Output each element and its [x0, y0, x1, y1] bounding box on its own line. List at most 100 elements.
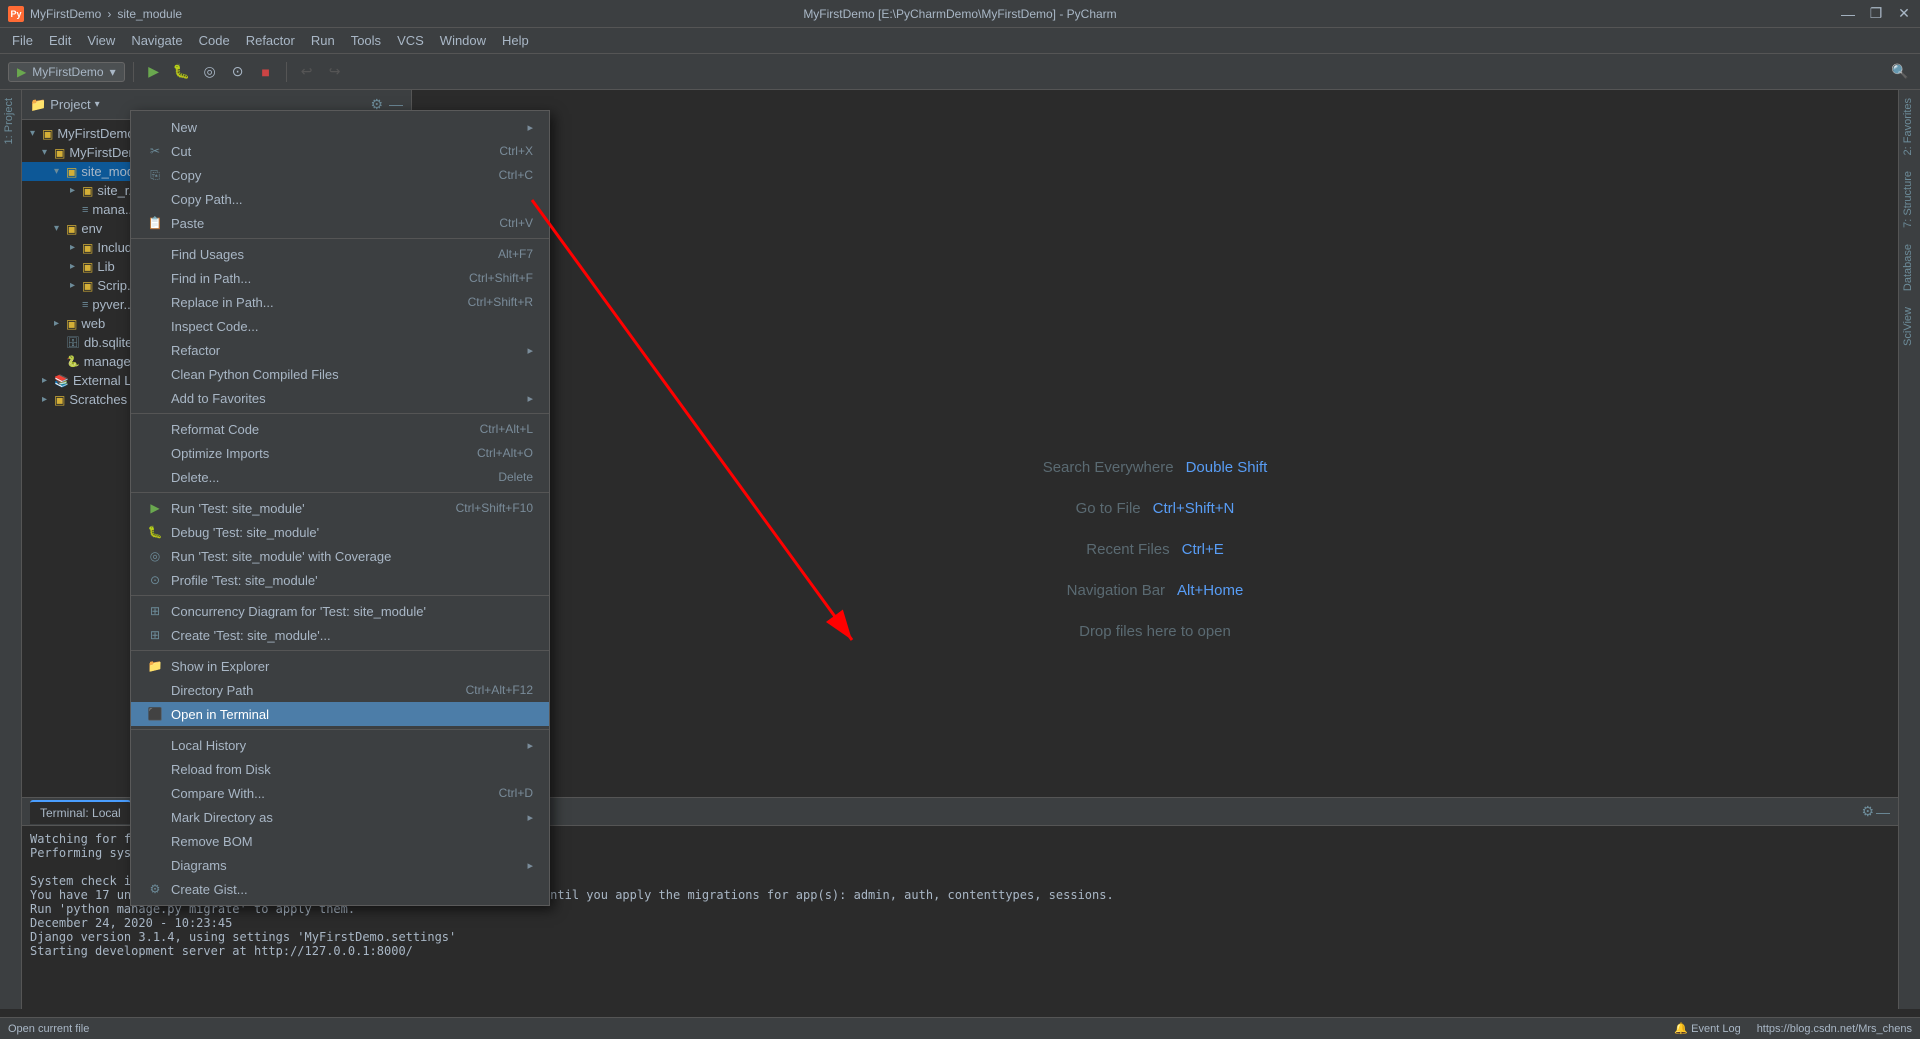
ctx-concurrency[interactable]: ⊞ Concurrency Diagram for 'Test: site_mo…: [131, 599, 549, 623]
minimize-button[interactable]: —: [1840, 6, 1856, 22]
ctx-refactor[interactable]: Refactor ▸: [131, 338, 549, 362]
ctx-copy[interactable]: ⎘ Copy Ctrl+C: [131, 163, 549, 187]
explorer-icon: 📁: [147, 659, 163, 673]
folder-icon: ▣: [42, 127, 53, 141]
ctx-terminal-label: Open in Terminal: [171, 707, 269, 722]
ctx-copy-path-label: Copy Path...: [171, 192, 243, 207]
menu-refactor[interactable]: Refactor: [238, 31, 303, 50]
recent-files-key: Ctrl+E: [1182, 541, 1224, 558]
ctx-directory-label: Directory Path: [171, 683, 253, 698]
tree-label-env: env: [81, 221, 102, 236]
ctx-paste[interactable]: 📋 Paste Ctrl+V: [131, 211, 549, 235]
ctx-create-test[interactable]: ⊞ Create 'Test: site_module'...: [131, 623, 549, 647]
menu-edit[interactable]: Edit: [41, 31, 79, 50]
ctx-history-label: Local History: [171, 738, 246, 753]
menu-bar: File Edit View Navigate Code Refactor Ru…: [0, 28, 1920, 54]
menu-run[interactable]: Run: [303, 31, 343, 50]
ctx-copy-path[interactable]: Copy Path...: [131, 187, 549, 211]
sidebar-tab-database[interactable]: Database: [1899, 236, 1920, 299]
ctx-mark-label: Mark Directory as: [171, 810, 273, 825]
ctx-diagrams[interactable]: Diagrams ▸: [131, 853, 549, 877]
ctx-open-terminal[interactable]: ⬛ Open in Terminal: [131, 702, 549, 726]
find-in-path-shortcut: Ctrl+Shift+F: [469, 271, 533, 285]
sidebar-tab-structure[interactable]: 7: Structure: [1899, 163, 1920, 236]
tree-label-root: MyFirstDemo: [57, 126, 134, 141]
folder-icon: ▣: [66, 317, 77, 331]
folder-icon: ▣: [82, 279, 93, 293]
ctx-profile-test[interactable]: ⊙ Profile 'Test: site_module': [131, 568, 549, 592]
ctx-add-favorites[interactable]: Add to Favorites ▸: [131, 386, 549, 410]
folder-icon: 📚: [54, 374, 69, 388]
ctx-remove-bom[interactable]: Remove BOM: [131, 829, 549, 853]
sidebar-tab-sciview[interactable]: SciView: [1899, 299, 1920, 354]
ctx-clean-compiled[interactable]: Clean Python Compiled Files: [131, 362, 549, 386]
ctx-reformat[interactable]: Reformat Code Ctrl+Alt+L: [131, 417, 549, 441]
menu-window[interactable]: Window: [432, 31, 494, 50]
ctx-mark-directory[interactable]: Mark Directory as ▸: [131, 805, 549, 829]
ctx-coverage-label: Run 'Test: site_module' with Coverage: [171, 549, 391, 564]
settings-bottom-icon[interactable]: ⚙: [1861, 803, 1874, 820]
search-everywhere-label: Search Everywhere: [1043, 459, 1174, 476]
tree-arrow-icon: ▾: [54, 166, 66, 177]
menu-code[interactable]: Code: [191, 31, 238, 50]
ctx-find-in-path-label: Find in Path...: [171, 271, 251, 286]
menu-tools[interactable]: Tools: [343, 31, 389, 50]
sidebar-item-project[interactable]: 1: Project: [0, 90, 21, 152]
gist-icon: ⚙: [147, 882, 163, 896]
ctx-inspect[interactable]: Inspect Code...: [131, 314, 549, 338]
undo-button[interactable]: ↩: [295, 60, 319, 84]
menu-file[interactable]: File: [4, 31, 41, 50]
ctx-clean-label: Clean Python Compiled Files: [171, 367, 339, 382]
right-sidebar: 2: Favorites 7: Structure Database SciVi…: [1898, 90, 1920, 1009]
ctx-cut[interactable]: ✂ Cut Ctrl+X: [131, 139, 549, 163]
breadcrumb-sep: ›: [107, 7, 111, 21]
minimize-bottom-icon[interactable]: —: [1876, 804, 1890, 820]
stop-button[interactable]: ■: [254, 60, 278, 84]
menu-help[interactable]: Help: [494, 31, 537, 50]
window-controls: — ❐ ✕: [1840, 6, 1912, 22]
profile-button[interactable]: ⊙: [226, 60, 250, 84]
find-usages-shortcut: Alt+F7: [498, 247, 533, 261]
search-everywhere-button[interactable]: 🔍: [1888, 60, 1912, 84]
folder-icon: ▣: [82, 184, 93, 198]
run-config-dropdown[interactable]: ▶ MyFirstDemo ▾: [8, 62, 125, 82]
tab-terminal[interactable]: Terminal: Local: [30, 800, 131, 824]
ctx-directory-path[interactable]: Directory Path Ctrl+Alt+F12: [131, 678, 549, 702]
ctx-optimize[interactable]: Optimize Imports Ctrl+Alt+O: [131, 441, 549, 465]
run-button[interactable]: ▶: [142, 60, 166, 84]
file-icon: ≡: [82, 299, 88, 311]
ctx-run-test[interactable]: ▶ Run 'Test: site_module' Ctrl+Shift+F10: [131, 496, 549, 520]
ctx-new[interactable]: New ▸: [131, 115, 549, 139]
menu-view[interactable]: View: [79, 31, 123, 50]
menu-vcs[interactable]: VCS: [389, 31, 432, 50]
event-log[interactable]: 🔔 Event Log: [1674, 1022, 1740, 1035]
ctx-replace-in-path[interactable]: Replace in Path... Ctrl+Shift+R: [131, 290, 549, 314]
ctx-compare[interactable]: Compare With... Ctrl+D: [131, 781, 549, 805]
close-button[interactable]: ✕: [1896, 6, 1912, 22]
debug-button[interactable]: 🐛: [170, 60, 194, 84]
ctx-find-usages[interactable]: Find Usages Alt+F7: [131, 242, 549, 266]
ctx-show-explorer[interactable]: 📁 Show in Explorer: [131, 654, 549, 678]
maximize-button[interactable]: ❐: [1868, 6, 1884, 22]
coverage-button[interactable]: ◎: [198, 60, 222, 84]
folder-icon: ▣: [66, 222, 77, 236]
tree-arrow-icon: ▾: [54, 223, 66, 234]
tree-label: pyver...: [92, 297, 134, 312]
menu-navigate[interactable]: Navigate: [123, 31, 190, 50]
ctx-run-coverage[interactable]: ◎ Run 'Test: site_module' with Coverage: [131, 544, 549, 568]
ctx-find-in-path[interactable]: Find in Path... Ctrl+Shift+F: [131, 266, 549, 290]
window-title: MyFirstDemo [E:\PyCharmDemo\MyFirstDemo]…: [803, 7, 1116, 21]
ctx-create-gist[interactable]: ⚙ Create Gist...: [131, 877, 549, 901]
sidebar-tab-favorites[interactable]: 2: Favorites: [1899, 90, 1920, 163]
folder-icon: ▣: [82, 260, 93, 274]
left-sidebar: 1: Project: [0, 90, 22, 1009]
copy-icon: ⎘: [147, 168, 163, 183]
redo-button[interactable]: ↪: [323, 60, 347, 84]
replace-shortcut: Ctrl+Shift+R: [468, 295, 533, 309]
ctx-debug-test[interactable]: 🐛 Debug 'Test: site_module': [131, 520, 549, 544]
ctx-local-history[interactable]: Local History ▸: [131, 733, 549, 757]
ctx-delete[interactable]: Delete... Delete: [131, 465, 549, 489]
ctx-copy-label: Copy: [171, 168, 201, 183]
ctx-reload[interactable]: Reload from Disk: [131, 757, 549, 781]
dropdown-arrow-icon: ▾: [110, 65, 116, 79]
